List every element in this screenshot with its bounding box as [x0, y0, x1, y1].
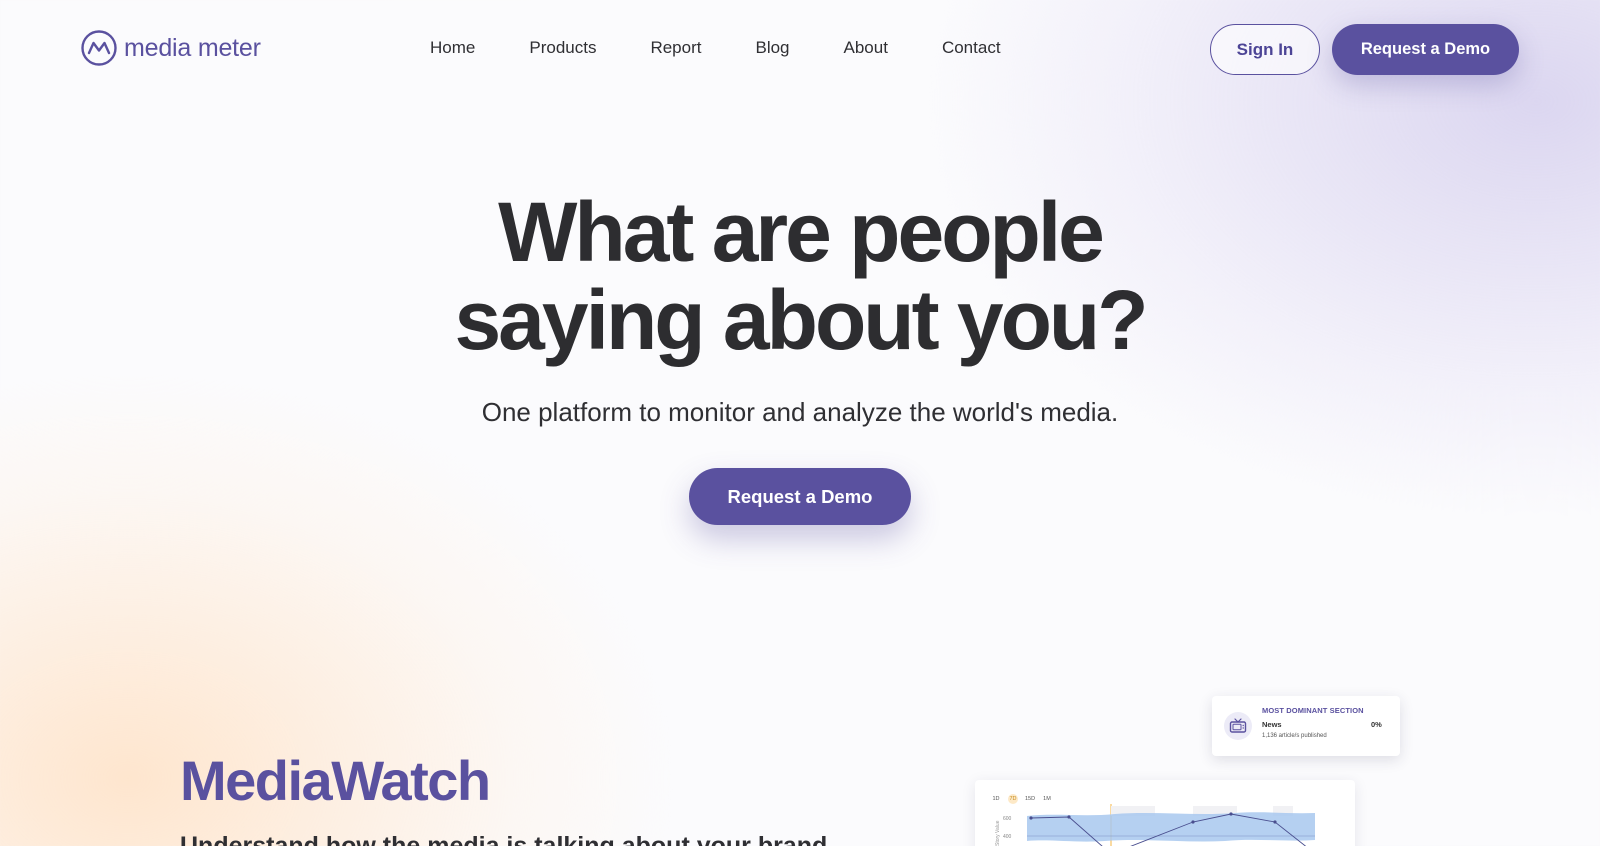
hero-title-line-1: What are people — [498, 185, 1105, 279]
nav-report[interactable]: Report — [650, 38, 701, 58]
series-point — [1067, 815, 1071, 819]
y-tick-600: 600 — [1003, 816, 1012, 822]
request-demo-button-hero[interactable]: Request a Demo — [689, 468, 911, 525]
dominant-card-label: MOST DOMINANT SECTION — [1262, 706, 1364, 715]
logo[interactable]: media meter — [80, 29, 261, 67]
site-header: media meter Home Products Report Blog Ab… — [0, 0, 1600, 100]
hero-subtitle: One platform to monitor and analyze the … — [481, 397, 1119, 427]
tv-icon-wrap — [1224, 712, 1252, 740]
nav-about[interactable]: About — [844, 38, 888, 58]
nav-blog[interactable]: Blog — [755, 38, 789, 58]
y-axis-label: Story Value — [995, 820, 1001, 846]
dominant-card-count: 1,136 article/s published — [1262, 733, 1327, 739]
series-point — [1273, 820, 1277, 824]
logo-icon — [81, 30, 117, 66]
series-point — [1029, 816, 1033, 820]
series-point — [1229, 812, 1233, 816]
mediawatch-description: Understand how the media is talking abou… — [180, 832, 828, 846]
logo-text: media meter — [124, 33, 261, 62]
y-tick-400: 400 — [1003, 834, 1012, 840]
story-value-chart-card: 1D 7D 15D 1M Story Value 600 400 — [975, 780, 1355, 846]
main-nav: Home Products Report Blog About Contact — [430, 38, 1001, 58]
dominant-card-percent: 0% — [1371, 720, 1382, 729]
tv-icon — [1229, 718, 1247, 733]
dominant-card-section: News — [1262, 720, 1282, 729]
nav-contact[interactable]: Contact — [942, 38, 1001, 58]
request-demo-button-header[interactable]: Request a Demo — [1332, 24, 1519, 75]
hero-title-line-2: saying about you? — [454, 273, 1148, 367]
story-value-chart: Story Value 600 400 — [995, 804, 1315, 846]
most-dominant-section-card: MOST DOMINANT SECTION News 1,136 article… — [1212, 696, 1400, 756]
nav-products[interactable]: Products — [529, 38, 596, 58]
hero-title: What are people saying about you? — [0, 188, 1600, 364]
nav-home[interactable]: Home — [430, 38, 475, 58]
sign-in-button[interactable]: Sign In — [1210, 24, 1320, 75]
mediawatch-title: MediaWatch — [180, 749, 491, 812]
series-point — [1191, 820, 1195, 824]
